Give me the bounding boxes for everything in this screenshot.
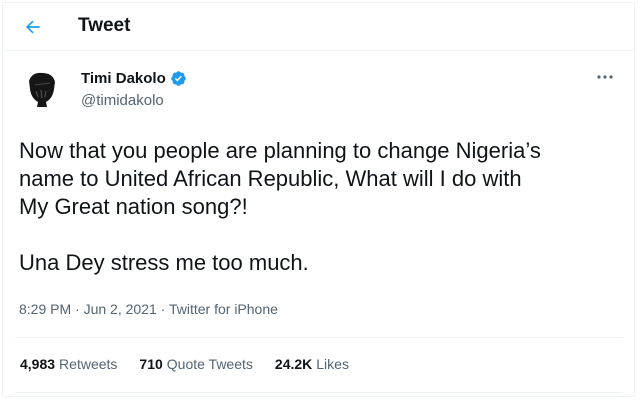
meta-separator: · [156, 301, 169, 317]
retweets-count: 4,983 [20, 356, 56, 372]
likes-stat[interactable]: 24.2K Likes [275, 356, 349, 372]
tweet-time[interactable]: 8:29 PM [19, 301, 71, 317]
top-bar: Tweet [3, 3, 634, 51]
more-options-button[interactable] [594, 69, 616, 85]
tweet-meta: 8:29 PM · Jun 2, 2021 · Twitter for iPho… [19, 301, 278, 317]
more-options-icon [597, 75, 613, 79]
author-name-text: Timi Dakolo [81, 70, 166, 87]
meta-separator: · [71, 301, 84, 317]
divider [15, 337, 623, 338]
avatar-image [20, 67, 64, 111]
page-title: Tweet [78, 15, 131, 36]
verified-badge-icon [170, 70, 187, 87]
retweets-stat[interactable]: 4,983 Retweets [20, 356, 117, 372]
author-name[interactable]: Timi Dakolo [81, 70, 187, 87]
tweet-stats: 4,983 Retweets 710 Quote Tweets 24.2K Likes [20, 356, 349, 372]
avatar[interactable] [20, 67, 64, 111]
tweet-text: Now that you people are planning to chan… [19, 138, 541, 275]
likes-label: Likes [316, 356, 349, 372]
tweet-page: Tweet Timi Dakolo @timidakolo Now that y… [2, 2, 635, 397]
quote-tweets-count: 710 [139, 356, 163, 372]
tweet-source[interactable]: Twitter for iPhone [169, 301, 278, 317]
quote-tweets-label: Quote Tweets [166, 356, 253, 372]
tweet-date[interactable]: Jun 2, 2021 [84, 301, 157, 317]
arrow-left-icon [26, 20, 40, 34]
quote-tweets-stat[interactable]: 710 Quote Tweets [139, 356, 253, 372]
likes-count: 24.2K [274, 356, 313, 372]
back-button[interactable] [19, 13, 47, 41]
divider [15, 392, 623, 393]
retweets-label: Retweets [59, 356, 118, 372]
author-handle[interactable]: @timidakolo [81, 92, 164, 109]
